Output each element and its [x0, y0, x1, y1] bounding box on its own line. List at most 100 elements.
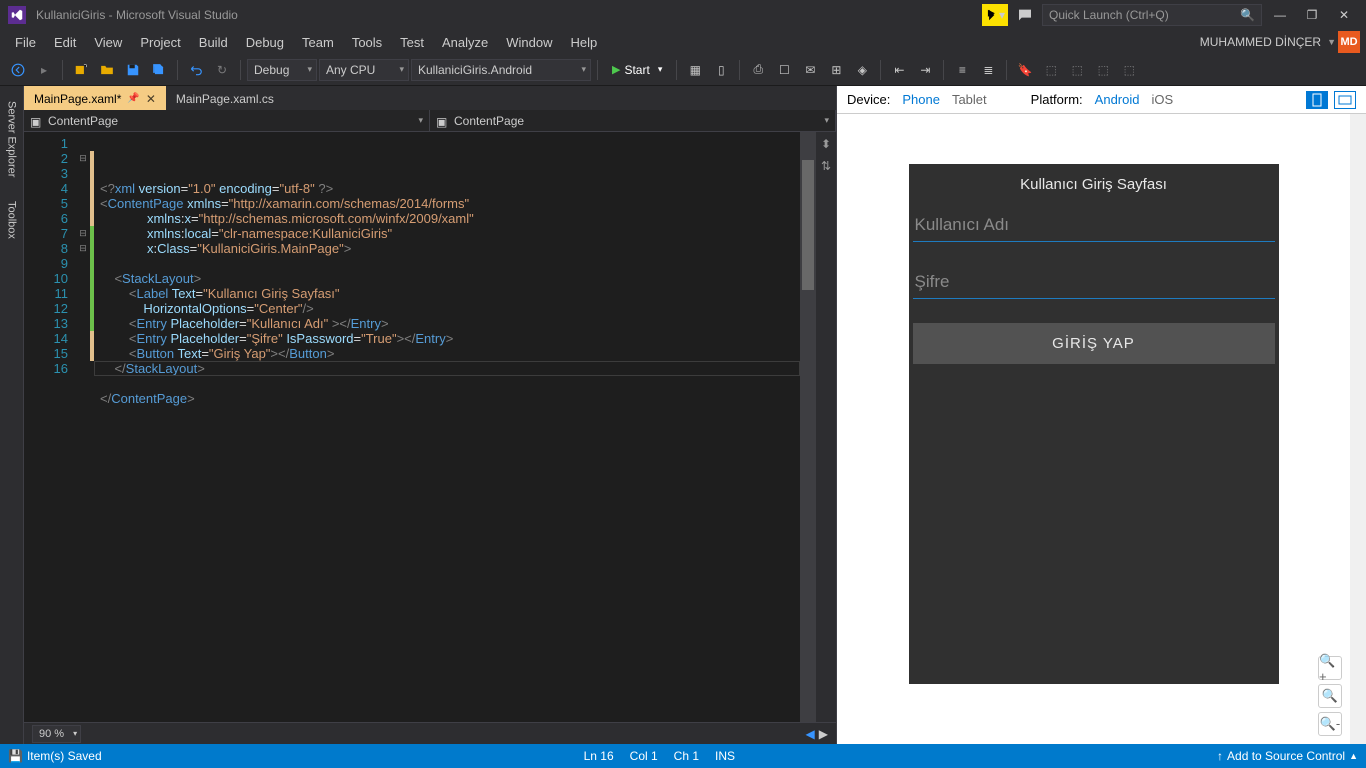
menu-debug[interactable]: Debug	[237, 32, 293, 53]
zoom-out-button[interactable]: 🔍-	[1318, 712, 1342, 736]
search-icon: 🔍	[1240, 8, 1255, 22]
save-all-button[interactable]	[147, 58, 171, 82]
tab-mainpage-cs[interactable]: MainPage.xaml.cs	[166, 86, 284, 110]
device-tablet-option[interactable]: Tablet	[952, 92, 987, 107]
toolbar-icon-3[interactable]: ⎙	[746, 58, 770, 82]
menu-help[interactable]: Help	[562, 32, 607, 53]
toolbar-icon-8[interactable]: ⬚	[1039, 58, 1063, 82]
minimize-button[interactable]: —	[1266, 4, 1294, 26]
main-toolbar: ▸ ↻ Debug Any CPU KullaniciGiris.Android…	[0, 54, 1366, 86]
scroll-h-icon[interactable]: ▶	[819, 727, 828, 741]
feedback-icon[interactable]	[1012, 4, 1038, 26]
split-window-icon[interactable]: ⬍	[818, 136, 834, 152]
editor-scrollbar[interactable]	[800, 132, 816, 722]
platform-android-option[interactable]: Android	[1095, 92, 1140, 107]
menu-bar: FileEditViewProjectBuildDebugTeamToolsTe…	[0, 30, 1366, 54]
menu-analyze[interactable]: Analyze	[433, 32, 497, 53]
save-status-icon: 💾	[8, 749, 23, 763]
tab-mainpage-xaml[interactable]: MainPage.xaml* 📌 ✕	[24, 86, 166, 110]
close-button[interactable]: ✕	[1330, 4, 1358, 26]
nav-type-combo[interactable]: ▣ContentPage	[24, 110, 430, 131]
menu-view[interactable]: View	[85, 32, 131, 53]
device-label: Device:	[847, 92, 890, 107]
orientation-landscape-button[interactable]	[1334, 91, 1356, 109]
redo-button[interactable]: ↻	[210, 58, 234, 82]
bookmark-button[interactable]: 🔖	[1013, 58, 1037, 82]
undo-button[interactable]	[184, 58, 208, 82]
toolbar-icon-9[interactable]: ⬚	[1065, 58, 1089, 82]
open-file-button[interactable]	[95, 58, 119, 82]
add-source-control-button[interactable]: ↑Add to Source Control▲	[1217, 749, 1358, 763]
toolbar-icon-5[interactable]: ✉	[798, 58, 822, 82]
no-issues-icon[interactable]: ◀	[806, 727, 815, 741]
vs-logo-icon	[8, 6, 26, 24]
code-content[interactable]: <?xml version="1.0" encoding="utf-8" ?><…	[94, 132, 800, 722]
password-entry[interactable]: Şifre	[913, 266, 1275, 299]
username-entry[interactable]: Kullanıcı Adı	[913, 209, 1275, 242]
menu-team[interactable]: Team	[293, 32, 343, 53]
toolbox-tab[interactable]: Toolbox	[2, 190, 22, 250]
zoom-in-button[interactable]: 🔍+	[1318, 656, 1342, 680]
comment-button[interactable]: ≡	[950, 58, 974, 82]
orientation-portrait-button[interactable]	[1306, 91, 1328, 109]
toolbar-icon-6[interactable]: ⊞	[824, 58, 848, 82]
server-explorer-tab[interactable]: Server Explorer	[2, 90, 22, 188]
menu-tools[interactable]: Tools	[343, 32, 391, 53]
new-project-button[interactable]	[69, 58, 93, 82]
play-icon: ▶	[612, 63, 620, 76]
nav-back-button[interactable]	[6, 58, 30, 82]
fold-gutter[interactable]: ⊟⊟⊟	[76, 132, 90, 722]
toolbar-icon-7[interactable]: ◈	[850, 58, 874, 82]
solution-platform-combo[interactable]: Any CPU	[319, 59, 409, 81]
nav-fwd-button[interactable]: ▸	[32, 58, 56, 82]
pin-icon[interactable]: 📌	[127, 93, 139, 104]
status-line[interactable]: Ln 16	[584, 749, 614, 763]
restore-button[interactable]: ❐	[1298, 4, 1326, 26]
close-icon[interactable]: ✕	[146, 92, 156, 106]
startup-project-combo[interactable]: KullaniciGiris.Android	[411, 59, 591, 81]
code-editor[interactable]: 12345678910111213141516 ⊟⊟⊟ <?xml versio…	[24, 132, 836, 722]
preview-canvas[interactable]: Kullanıcı Giriş Sayfası Kullanıcı Adı Şi…	[837, 114, 1350, 744]
login-button[interactable]: GİRİŞ YAP	[913, 323, 1275, 364]
toolbar-icon-4[interactable]: ☐	[772, 58, 796, 82]
zoom-combo[interactable]: 90 %	[32, 725, 81, 743]
menu-file[interactable]: File	[6, 32, 45, 53]
toolbar-icon-10[interactable]: ⬚	[1091, 58, 1115, 82]
status-col[interactable]: Col 1	[630, 749, 658, 763]
left-tool-tabs: Server Explorer Toolbox	[0, 86, 24, 744]
menu-project[interactable]: Project	[131, 32, 189, 53]
phone-mockup: Kullanıcı Giriş Sayfası Kullanıcı Adı Şi…	[909, 164, 1279, 684]
quick-launch-input[interactable]: Quick Launch (Ctrl+Q) 🔍	[1042, 4, 1262, 26]
editor-area: MainPage.xaml* 📌 ✕ MainPage.xaml.cs ▣Con…	[24, 86, 836, 744]
menu-edit[interactable]: Edit	[45, 32, 85, 53]
menu-window[interactable]: Window	[497, 32, 561, 53]
toolbar-icon-1[interactable]: ▦	[683, 58, 707, 82]
toolbar-icon-2[interactable]: ▯	[709, 58, 733, 82]
preview-toolbar: Device: Phone Tablet Platform: Android i…	[837, 86, 1366, 114]
menu-build[interactable]: Build	[190, 32, 237, 53]
window-title: KullaniciGiris - Microsoft Visual Studio	[36, 8, 982, 22]
swap-panes-icon[interactable]: ⇅	[818, 158, 834, 174]
notifications-flag-icon[interactable]: ▾	[982, 4, 1008, 26]
user-avatar[interactable]: MD	[1338, 31, 1360, 53]
platform-ios-option[interactable]: iOS	[1151, 92, 1173, 107]
contentpage-icon: ▣	[436, 115, 448, 127]
start-debug-button[interactable]: ▶Start▾	[604, 58, 670, 82]
nav-member-combo[interactable]: ▣ContentPage	[430, 110, 836, 131]
indent-more-button[interactable]: ⇥	[913, 58, 937, 82]
indent-less-button[interactable]: ⇤	[887, 58, 911, 82]
signed-in-user[interactable]: MUHAMMED DİNÇER	[1194, 35, 1327, 49]
save-button[interactable]	[121, 58, 145, 82]
status-ins[interactable]: INS	[715, 749, 735, 763]
xaml-previewer: Device: Phone Tablet Platform: Android i…	[836, 86, 1366, 744]
toolbar-icon-11[interactable]: ⬚	[1117, 58, 1141, 82]
document-tabs: MainPage.xaml* 📌 ✕ MainPage.xaml.cs	[24, 86, 836, 110]
device-phone-option[interactable]: Phone	[902, 92, 940, 107]
menu-test[interactable]: Test	[391, 32, 433, 53]
platform-label: Platform:	[1031, 92, 1083, 107]
zoom-reset-button[interactable]: 🔍	[1318, 684, 1342, 708]
preview-scrollbar[interactable]	[1350, 114, 1366, 744]
uncomment-button[interactable]: ≣	[976, 58, 1000, 82]
status-ch[interactable]: Ch 1	[674, 749, 699, 763]
solution-config-combo[interactable]: Debug	[247, 59, 317, 81]
